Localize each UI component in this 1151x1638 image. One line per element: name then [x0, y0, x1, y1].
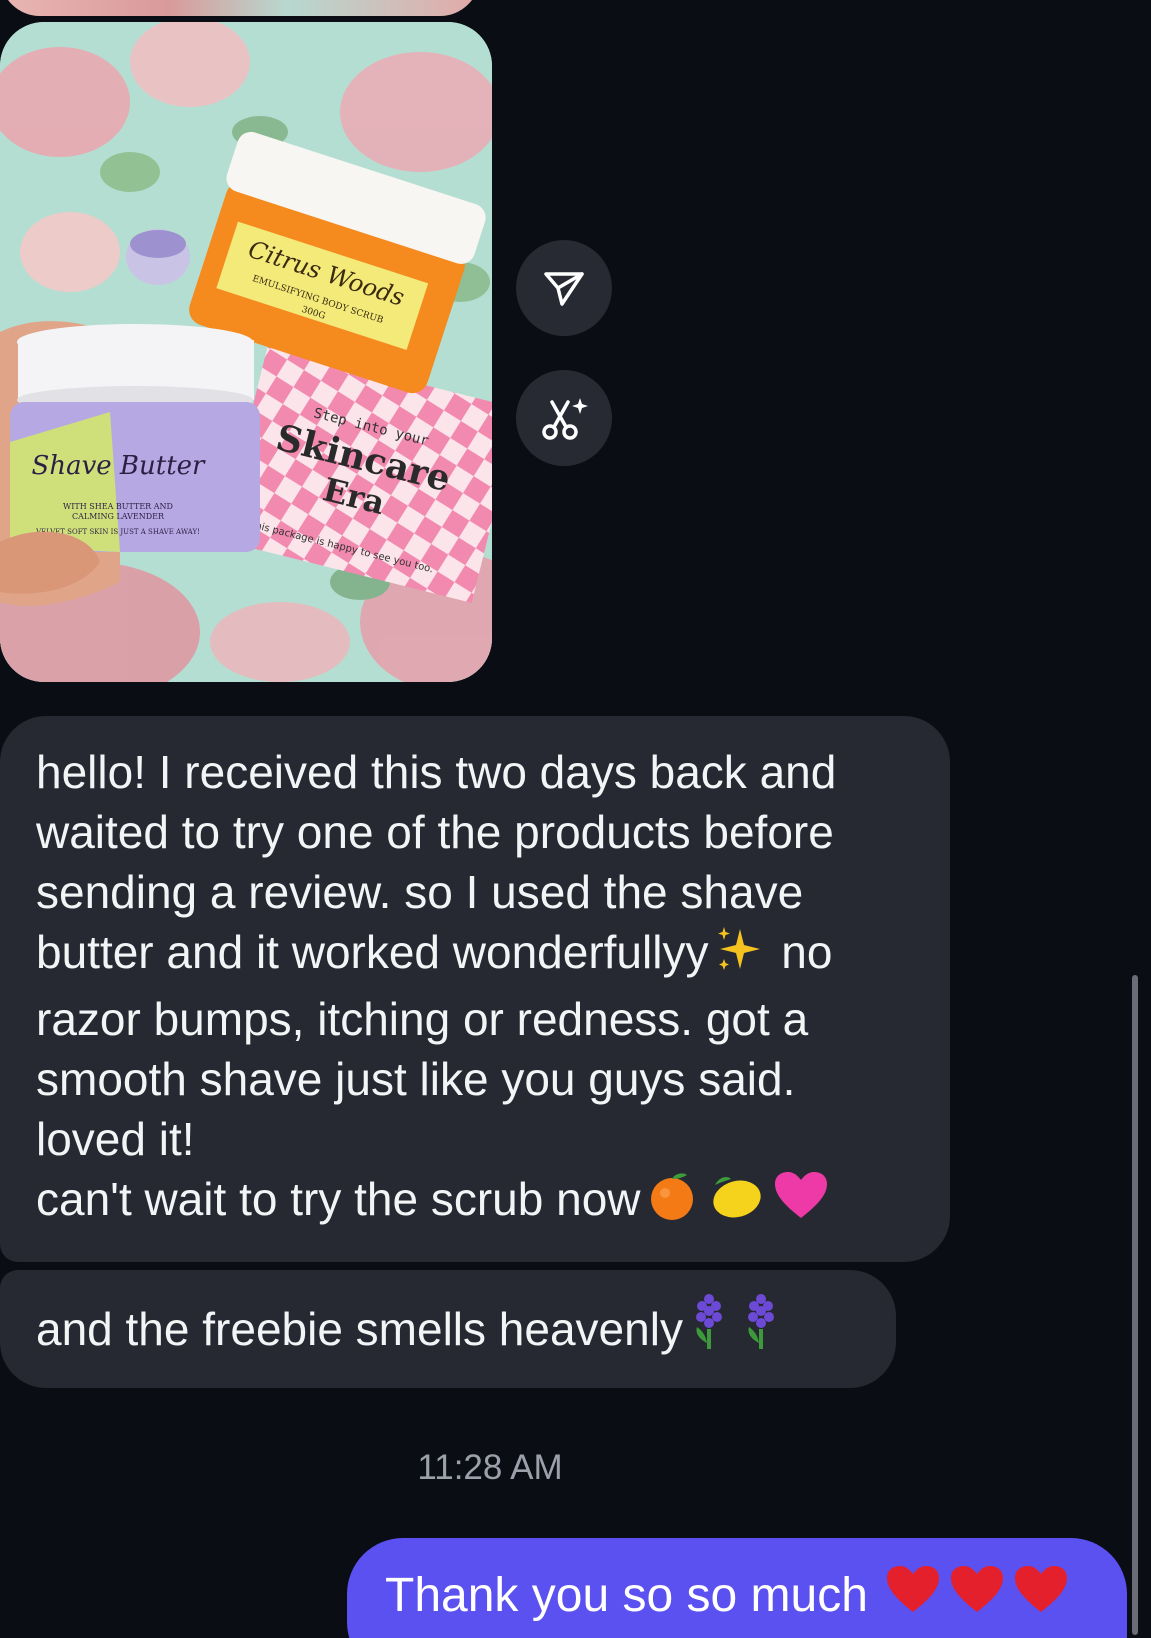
red-heart-icon — [885, 1564, 941, 1633]
share-button[interactable] — [516, 240, 612, 336]
review-line-1: hello! I received this two days back and — [36, 746, 837, 798]
chat-screen: Step into your Skincare Era This package… — [0, 0, 1151, 1638]
review-line-2: waited to try one of the products before — [36, 806, 834, 858]
review-line-3: sending a review. so I used the shave — [36, 866, 804, 918]
purple-jar-label: Shave Butter — [32, 451, 207, 481]
message-timestamp: 11:28 AM — [417, 1448, 563, 1487]
sparkles-icon — [712, 923, 764, 989]
red-heart-icon — [1013, 1564, 1069, 1633]
review-line-6: smooth shave just like you guys said. — [36, 1052, 796, 1105]
send-icon — [544, 272, 584, 306]
review-line-8: can't wait to try the scrub now — [36, 1173, 641, 1225]
photo-message[interactable]: Step into your Skincare Era This package… — [0, 22, 492, 682]
review-line-4b: no — [781, 926, 833, 978]
received-message-review[interactable]: hello! I received this two days back and… — [0, 716, 950, 1262]
tangerine-icon — [645, 1169, 699, 1237]
review-line-4a: butter and it worked wonderfullyy — [36, 926, 709, 978]
received-message-freebie[interactable]: and the freebie smells heavenly — [0, 1270, 896, 1388]
purple-jar-sub2: CALMING LAVENDER — [72, 512, 165, 521]
hyacinth-icon — [739, 1293, 783, 1365]
freebie-text: and the freebie smells heavenly — [36, 1303, 683, 1355]
pink-heart-icon — [773, 1170, 829, 1236]
red-heart-icon — [949, 1564, 1005, 1633]
scissors-sparkle-icon — [542, 398, 588, 440]
edit-remix-button[interactable] — [516, 370, 612, 466]
product-photo: Step into your Skincare Era This package… — [0, 22, 492, 682]
sent-message[interactable]: Thank you so so much — [347, 1538, 1127, 1638]
sent-message-text: Thank you so so much — [385, 1569, 868, 1623]
review-line-5: razor bumps, itching or redness. got a — [36, 992, 809, 1045]
lemon-icon — [707, 1169, 765, 1237]
purple-jar-sub1: WITH SHEA BUTTER AND — [63, 502, 173, 511]
scrollbar[interactable] — [1132, 975, 1138, 1635]
review-line-7: loved it! — [36, 1112, 195, 1165]
previous-photo-message[interactable] — [0, 0, 480, 16]
hyacinth-icon — [687, 1293, 731, 1365]
